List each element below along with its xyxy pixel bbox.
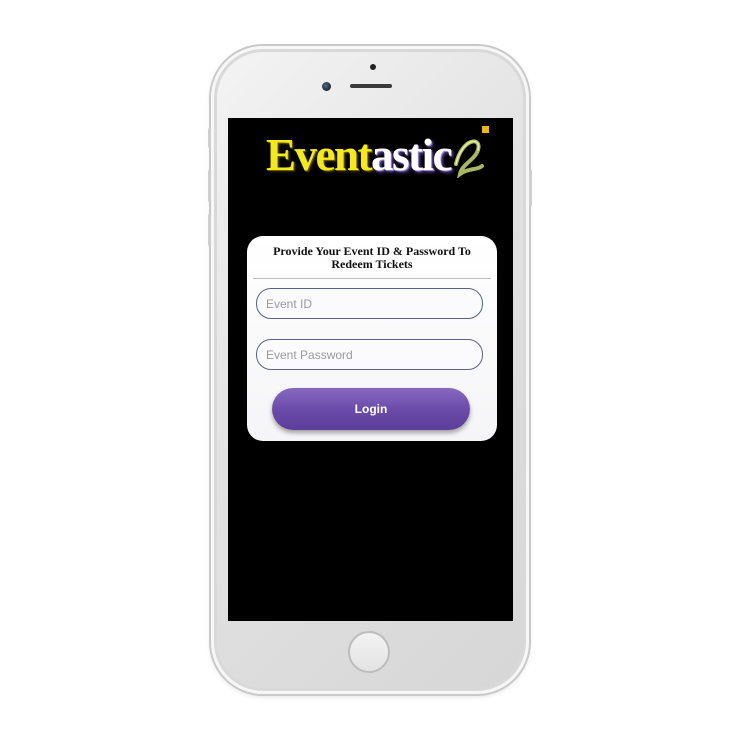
volume-down-button — [208, 214, 211, 246]
login-card-title: Provide Your Event ID & Password To Rede… — [273, 244, 471, 271]
swirl-logo-icon — [454, 139, 484, 178]
logo-text-astic: astic — [371, 130, 452, 180]
title-divider — [253, 278, 491, 279]
logo-text-event: Event — [266, 130, 373, 180]
logo-accent-square — [482, 126, 489, 133]
proximity-sensor — [370, 64, 376, 70]
front-camera — [322, 82, 331, 91]
event-password-input[interactable] — [256, 339, 483, 370]
login-button[interactable]: Login — [272, 388, 470, 430]
home-button[interactable] — [348, 631, 390, 673]
earpiece-speaker — [350, 84, 392, 88]
volume-up-button — [208, 170, 211, 202]
event-id-input[interactable] — [256, 288, 483, 319]
login-card: Provide Your Event ID & Password To Rede… — [247, 236, 497, 441]
power-button — [529, 170, 532, 206]
mute-switch — [208, 128, 211, 148]
